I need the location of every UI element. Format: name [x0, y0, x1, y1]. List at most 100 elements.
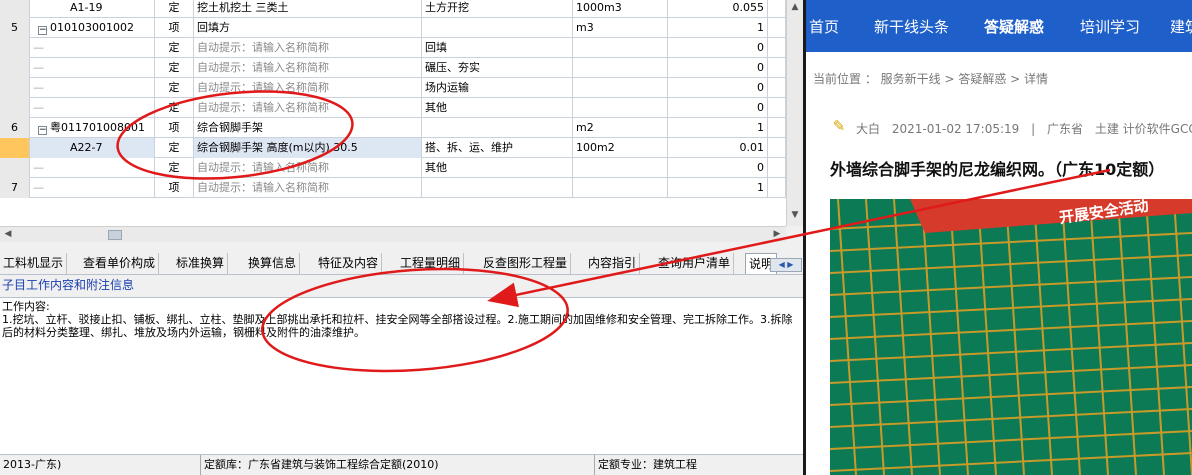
- row-kind[interactable]: 定: [155, 0, 194, 18]
- row-quantity[interactable]: 1: [668, 118, 768, 138]
- table-row[interactable]: — 定自动提示：请输入名称简称 碾压、夯实 0: [0, 58, 786, 78]
- row-name[interactable]: 自动提示：请输入名称简称: [194, 78, 422, 98]
- row-kind[interactable]: 项: [155, 178, 194, 198]
- tab-scroll-arrows-icon[interactable]: ◀ ▶: [770, 258, 802, 272]
- row-name[interactable]: 自动提示：请输入名称简称: [194, 158, 422, 178]
- row-name[interactable]: 综合钢脚手架: [194, 118, 422, 138]
- row-number[interactable]: [0, 78, 30, 98]
- row-unit[interactable]: [573, 98, 668, 118]
- row-number[interactable]: [0, 38, 30, 58]
- row-code[interactable]: A22-7: [30, 138, 155, 158]
- row-unit[interactable]: m2: [573, 118, 668, 138]
- row-name[interactable]: 回填方: [194, 18, 422, 38]
- nav-item-1[interactable]: 新干线头条: [874, 16, 949, 37]
- row-number[interactable]: 5: [0, 18, 30, 38]
- row-kind[interactable]: 定: [155, 78, 194, 98]
- nav-item-4[interactable]: 建筑: [1170, 16, 1192, 37]
- table-row[interactable]: 6− 粤011701008001 项综合钢脚手架 m2 1: [0, 118, 786, 138]
- work-content-panel[interactable]: 工作内容: 1.挖坑、立杆、驳接止扣、铺板、绑扎、立柱、垫脚及上部挑出承托和拉杆…: [0, 297, 804, 454]
- row-feature[interactable]: [422, 18, 573, 38]
- row-quantity[interactable]: 0: [668, 78, 768, 98]
- row-unit[interactable]: m3: [573, 18, 668, 38]
- nav-item-0[interactable]: 首页: [809, 16, 839, 37]
- row-kind[interactable]: 项: [155, 118, 194, 138]
- row-code[interactable]: A1-19: [30, 0, 155, 18]
- row-quantity[interactable]: 0.01: [668, 138, 768, 158]
- row-unit[interactable]: [573, 158, 668, 178]
- row-number[interactable]: [0, 98, 30, 118]
- row-name[interactable]: 自动提示：请输入名称简称: [194, 98, 422, 118]
- nav-item-3[interactable]: 培训学习: [1080, 16, 1140, 37]
- table-row[interactable]: — 定自动提示：请输入名称简称 回填 0: [0, 38, 786, 58]
- row-name[interactable]: 综合钢脚手架 高度(m以内) 30.5: [194, 138, 422, 158]
- grid-horizontal-scrollbar[interactable]: ◀ ▶: [0, 226, 786, 242]
- row-feature[interactable]: [422, 178, 573, 198]
- table-row[interactable]: — 定自动提示：请输入名称简称 场内运输 0: [0, 78, 786, 98]
- row-name[interactable]: 自动提示：请输入名称简称: [194, 38, 422, 58]
- row-code[interactable]: —: [30, 58, 155, 78]
- collapse-icon[interactable]: −: [38, 126, 47, 135]
- row-number[interactable]: 6: [0, 118, 30, 138]
- row-feature[interactable]: 回填: [422, 38, 573, 58]
- row-name[interactable]: 挖土机挖土 三类土: [194, 0, 422, 18]
- table-row[interactable]: A1-19 定挖土机挖土 三类土 土方开挖 1000m3 0.055: [0, 0, 786, 18]
- table-row[interactable]: — 定自动提示：请输入名称简称 其他 0: [0, 158, 786, 178]
- table-row[interactable]: — 定自动提示：请输入名称简称 其他 0: [0, 98, 786, 118]
- row-code[interactable]: − 粤011701008001: [30, 118, 155, 138]
- row-number[interactable]: [0, 58, 30, 78]
- row-code[interactable]: −010103001002: [30, 18, 155, 38]
- bill-grid[interactable]: A1-19 定挖土机挖土 三类土 土方开挖 1000m3 0.055 5−01010300…: [0, 0, 786, 226]
- grid-vertical-scrollbar[interactable]: ▲ ▼: [786, 0, 803, 226]
- row-quantity[interactable]: 0: [668, 158, 768, 178]
- row-quantity[interactable]: 0: [668, 38, 768, 58]
- table-row[interactable]: 7— 项自动提示：请输入名称简称 1: [0, 178, 786, 198]
- tab-7[interactable]: 内容指引: [585, 253, 641, 274]
- row-feature[interactable]: 场内运输: [422, 78, 573, 98]
- tab-5[interactable]: 工程量明细: [397, 253, 465, 274]
- post-author[interactable]: 大白: [856, 122, 880, 136]
- row-feature[interactable]: 土方开挖: [422, 0, 573, 18]
- table-row[interactable]: A22-7 定综合钢脚手架 高度(m以内) 30.5 搭、拆、运、维护 100m2 0.…: [0, 138, 786, 158]
- tab-2[interactable]: 标准换算: [173, 253, 229, 274]
- row-quantity[interactable]: 0: [668, 98, 768, 118]
- table-row[interactable]: 5−010103001002 项回填方 m3 1: [0, 18, 786, 38]
- row-kind[interactable]: 定: [155, 138, 194, 158]
- tab-0[interactable]: 工料机显示: [0, 253, 68, 274]
- row-quantity[interactable]: 0.055: [668, 0, 768, 18]
- row-quantity[interactable]: 0: [668, 58, 768, 78]
- scroll-left-icon[interactable]: ◀: [1, 228, 15, 241]
- scroll-right-icon[interactable]: ▶: [770, 228, 784, 241]
- row-name[interactable]: 自动提示：请输入名称简称: [194, 58, 422, 78]
- row-code[interactable]: —: [30, 98, 155, 118]
- scroll-down-icon[interactable]: ▼: [789, 210, 801, 222]
- row-number[interactable]: [0, 0, 30, 18]
- row-name[interactable]: 自动提示：请输入名称简称: [194, 178, 422, 198]
- row-quantity[interactable]: 1: [668, 178, 768, 198]
- row-unit[interactable]: [573, 58, 668, 78]
- row-unit[interactable]: 100m2: [573, 138, 668, 158]
- row-code[interactable]: —: [30, 78, 155, 98]
- row-unit[interactable]: [573, 178, 668, 198]
- row-feature[interactable]: 碾压、夯实: [422, 58, 573, 78]
- row-quantity[interactable]: 1: [668, 18, 768, 38]
- tab-6[interactable]: 反查图形工程量: [480, 253, 572, 274]
- row-feature[interactable]: 其他: [422, 158, 573, 178]
- row-number[interactable]: 7: [0, 178, 30, 198]
- row-code[interactable]: —: [30, 38, 155, 58]
- tab-3[interactable]: 换算信息: [245, 253, 301, 274]
- tab-1[interactable]: 查看单价构成: [80, 253, 160, 274]
- scroll-thumb[interactable]: [108, 230, 122, 240]
- row-kind[interactable]: 定: [155, 158, 194, 178]
- tab-4[interactable]: 特征及内容: [315, 253, 383, 274]
- row-unit[interactable]: [573, 38, 668, 58]
- tab-8[interactable]: 查询用户清单: [655, 253, 735, 274]
- row-feature[interactable]: [422, 118, 573, 138]
- scroll-up-icon[interactable]: ▲: [789, 2, 801, 14]
- row-feature[interactable]: 其他: [422, 98, 573, 118]
- row-number[interactable]: [0, 158, 30, 178]
- nav-item-2[interactable]: 答疑解惑: [984, 16, 1044, 37]
- collapse-icon[interactable]: −: [38, 26, 47, 35]
- row-kind[interactable]: 定: [155, 98, 194, 118]
- row-unit[interactable]: 1000m3: [573, 0, 668, 18]
- row-number[interactable]: [0, 138, 30, 158]
